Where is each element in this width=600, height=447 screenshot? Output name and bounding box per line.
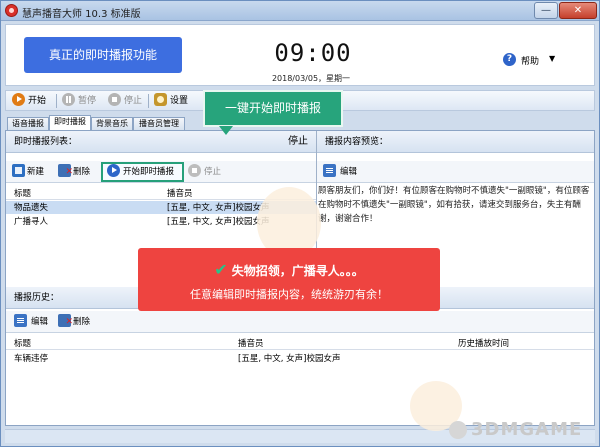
column-title: 标题: [14, 189, 32, 199]
playback-status: 停止: [288, 136, 308, 147]
history-delete-button[interactable]: 删除: [58, 314, 90, 330]
settings-label: 设置: [170, 96, 189, 106]
stop-instant-label: 停止: [204, 167, 222, 177]
history-delete-label: 删除: [73, 317, 91, 327]
history-toolbar: 编辑 删除: [6, 311, 594, 333]
red-callout-subtitle: 任意编辑即时播报内容，统统游刃有余！: [190, 288, 388, 301]
history-edit-label: 编辑: [31, 317, 49, 327]
play-icon: [12, 93, 25, 106]
start-instant-button[interactable]: 开始即时播报: [107, 164, 174, 180]
stop-icon: [108, 93, 121, 106]
watermark: 3DMGAME: [449, 419, 582, 440]
preview-header: 播报内容预览：: [317, 131, 594, 153]
new-button[interactable]: 新建: [12, 164, 44, 180]
toolbar-divider: [56, 94, 57, 108]
clock-display: 09:00: [274, 39, 352, 67]
stop-instant-button[interactable]: 停止: [188, 164, 221, 180]
tab-instant-broadcast[interactable]: 即时播报: [49, 115, 91, 130]
toolbar-divider: [148, 94, 149, 108]
window-title: 慧声播音大师 10.3 标准版: [22, 9, 141, 20]
delete-icon: [58, 164, 73, 180]
pause-icon: [62, 93, 75, 106]
app-logo-icon: [5, 4, 18, 17]
delete-label: 删除: [73, 167, 91, 177]
start-label: 开始: [28, 96, 47, 106]
check-icon: ✔: [214, 260, 228, 279]
watermark-text: 3DMGAME: [471, 419, 583, 440]
close-button[interactable]: ✕: [559, 2, 597, 19]
stop-label: 停止: [124, 96, 143, 106]
column-history-time: 历史播放时间: [458, 339, 510, 349]
edit-icon: [323, 164, 336, 177]
play-icon: [107, 164, 120, 177]
minimize-button[interactable]: —: [534, 2, 558, 19]
red-callout-title-text: 失物招领，广播寻人。。。: [231, 264, 364, 278]
start-button[interactable]: 开始: [12, 93, 46, 109]
date-display: 2018/03/05，星期一: [271, 74, 351, 83]
watermark-logo-icon: [449, 421, 467, 439]
column-announcer: 播音员: [238, 339, 264, 349]
tab-voice-broadcast[interactable]: 语音播报: [7, 117, 49, 130]
row-title: 物品遗失: [14, 203, 49, 213]
new-label: 新建: [27, 167, 45, 177]
table-header: 标题 播音员 历史播放时间: [6, 336, 594, 350]
red-callout-title: ✔ 失物招领，广播寻人。。。: [138, 260, 440, 279]
pause-label: 暂停: [78, 96, 97, 106]
settings-icon: [154, 93, 167, 106]
delete-button[interactable]: 删除: [58, 164, 90, 180]
help-icon: ?: [503, 53, 516, 66]
title-bar: 慧声播音大师 10.3 标准版 — ✕: [1, 1, 599, 21]
green-callout-pointer: [219, 126, 233, 135]
history-title: 播报历史：: [14, 293, 60, 303]
row-title: 车辆违停: [14, 354, 49, 364]
row-announcer: [五星, 中文, 女声]校园女声: [238, 354, 341, 364]
column-announcer: 播音员: [167, 189, 193, 199]
app-window: 慧声播音大师 10.3 标准版 — ✕ 真正的即时播报功能 09:00 2018…: [0, 0, 600, 447]
green-callout: 一键开始即时播报: [203, 90, 343, 127]
row-announcer: [五星, 中文, 女声]校园女声: [167, 203, 270, 213]
preview-edit-label: 编辑: [340, 167, 358, 177]
settings-button[interactable]: 设置: [154, 93, 188, 109]
stop-icon: [188, 164, 201, 177]
instant-list-title: 即时播报列表：: [14, 137, 78, 147]
column-title: 标题: [14, 339, 32, 349]
preview-title: 播报内容预览：: [325, 137, 389, 147]
stop-button[interactable]: 停止: [108, 93, 142, 109]
row-announcer: [五星, 中文, 女声]校园女声: [167, 217, 270, 227]
red-callout: ✔ 失物招领，广播寻人。。。 任意编辑即时播报内容，统统游刃有余！: [138, 248, 440, 311]
feature-banner: 真正的即时播报功能: [24, 37, 182, 73]
delete-icon: [58, 314, 73, 330]
edit-icon: [14, 314, 27, 327]
chevron-down-icon: ▼: [549, 54, 556, 63]
preview-edit-button[interactable]: 编辑: [323, 164, 357, 180]
row-title: 广播寻人: [14, 217, 49, 227]
history-edit-button[interactable]: 编辑: [14, 314, 48, 330]
start-instant-label: 开始即时播报: [123, 167, 175, 177]
header-panel: 真正的即时播报功能 09:00 2018/03/05，星期一 ? 帮助 ▼: [5, 24, 595, 86]
help-label: 帮助: [521, 57, 540, 67]
tab-background-music[interactable]: 背景音乐: [91, 117, 133, 130]
instant-list-toolbar: 新建 删除 开始即时播报 停止: [6, 161, 316, 183]
new-icon: [12, 164, 25, 177]
pause-button[interactable]: 暂停: [62, 93, 96, 109]
history-table: 标题 播音员 历史播放时间 车辆违停 [五星, 中文, 女声]校园女声: [6, 336, 594, 416]
preview-toolbar: 编辑: [317, 161, 594, 183]
tab-announcer-management[interactable]: 播音员管理: [133, 117, 185, 130]
instant-list-header: 即时播报列表： 停止: [6, 131, 316, 153]
